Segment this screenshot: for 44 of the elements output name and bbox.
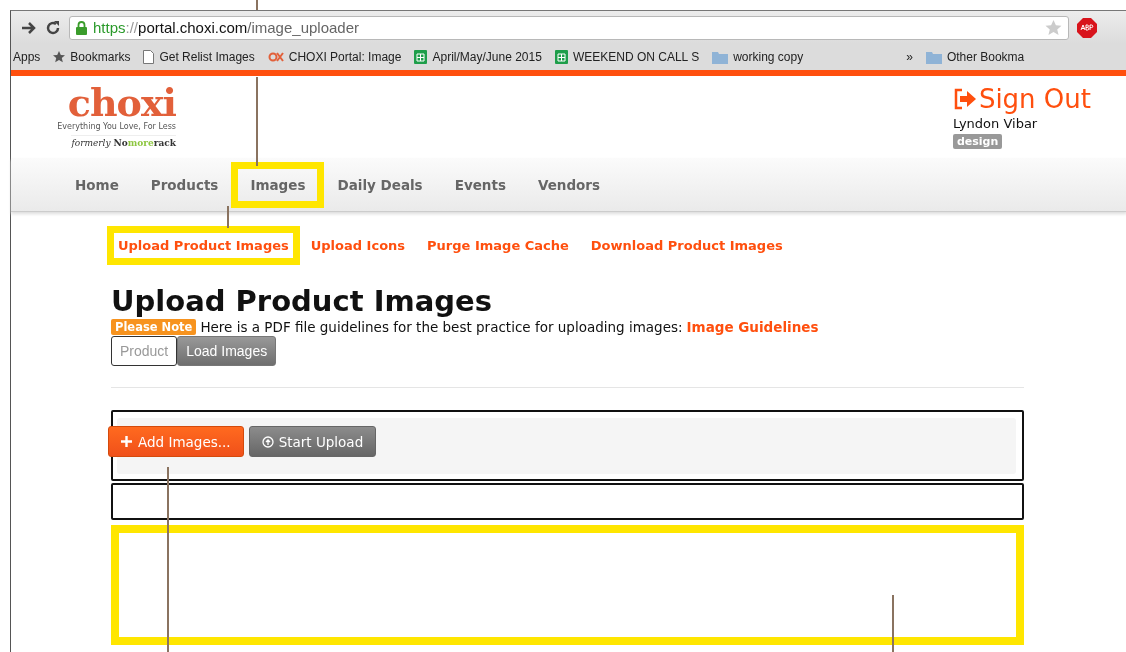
spreadsheet-icon <box>414 50 428 64</box>
plus-icon <box>121 436 132 447</box>
leader-line <box>892 595 894 652</box>
add-images-button[interactable]: Add Images... <box>108 426 244 457</box>
bookmark-item[interactable]: WEEKEND ON CALL S <box>554 50 700 64</box>
star-icon <box>53 51 66 63</box>
sign-out-icon <box>952 88 977 110</box>
site-logo-icon <box>267 51 284 63</box>
nav-link[interactable]: Images <box>231 161 325 208</box>
subnav-link[interactable]: Upload Product Images <box>107 226 300 265</box>
bookmark-item[interactable]: Apps <box>13 50 41 64</box>
user-name: Lyndon Vibar <box>952 116 1038 131</box>
address-bar[interactable]: https://portal.choxi.com/image_uploader <box>69 15 1069 40</box>
sign-out-link[interactable]: Sign Out <box>952 84 1091 114</box>
bookmark-folder[interactable]: working copy <box>712 50 804 64</box>
leader-line <box>227 206 229 228</box>
adblock-icon[interactable] <box>1077 17 1097 38</box>
bookmark-item[interactable]: Bookmarks <box>53 50 131 64</box>
forward-icon[interactable] <box>21 20 37 35</box>
site-logo[interactable]: choxi Everything You Love, For Less formerly Nomorerack <box>41 84 176 158</box>
subnav-link[interactable]: Upload Icons <box>299 226 417 265</box>
reload-icon[interactable] <box>45 19 61 36</box>
page-title: Upload Product Images <box>111 283 493 319</box>
subnav-link[interactable]: Purge Image Cache <box>416 226 580 265</box>
spreadsheet-icon <box>554 50 568 64</box>
bookmark-item[interactable]: Get Relist Images <box>143 50 255 64</box>
bookmark-item[interactable]: April/May/June 2015 <box>414 50 542 64</box>
guidelines-link[interactable]: Image Guidelines <box>686 319 819 335</box>
folder-icon <box>712 50 729 64</box>
more-bookmarks[interactable]: » <box>906 50 913 64</box>
note-badge: Please Note <box>111 319 197 335</box>
subnav-link[interactable]: Download Product Images <box>579 226 794 265</box>
lock-icon <box>76 20 87 35</box>
bookmark-item[interactable]: CHOXI Portal: Image <box>267 50 402 64</box>
document-icon <box>143 50 155 64</box>
note-text: Here is a PDF file guidelines for the best practice for uploading images: <box>200 319 683 335</box>
role-tag: design <box>952 134 1003 149</box>
bookmark-folder[interactable]: Other Bookma <box>925 50 1025 64</box>
toggle-button[interactable]: Load Images <box>177 336 277 366</box>
toggle-button[interactable]: Product <box>111 336 178 366</box>
folder-icon <box>925 50 942 64</box>
upload-icon <box>261 435 274 448</box>
start-upload-button[interactable]: Start Upload <box>248 426 377 457</box>
star-icon[interactable] <box>1045 19 1062 36</box>
